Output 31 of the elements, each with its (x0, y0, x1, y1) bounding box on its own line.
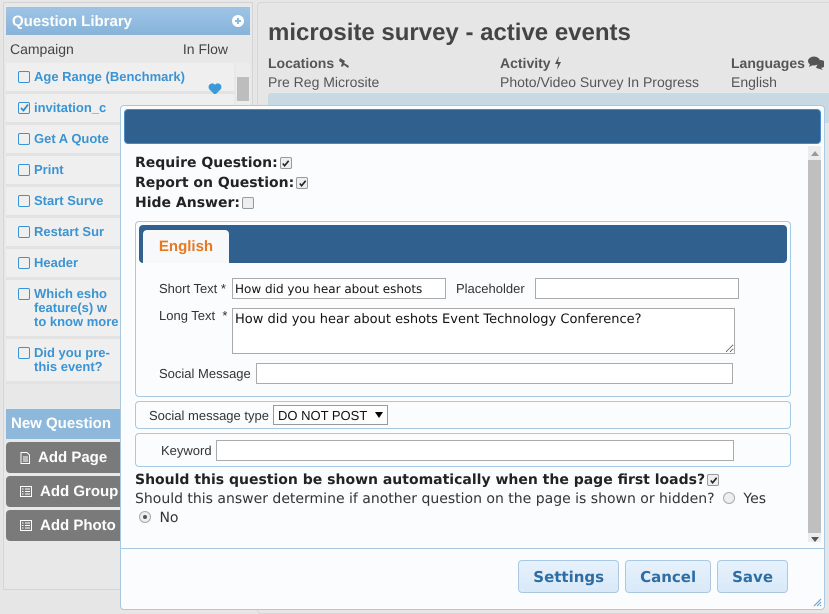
question-label: Header (34, 256, 78, 270)
option-label: Require Question: (135, 155, 278, 171)
info-label: Locations (268, 55, 334, 71)
radio-label: Yes (743, 491, 766, 507)
option-label: Hide Answer: (135, 195, 240, 211)
field-label: Long Text * (159, 308, 228, 323)
info-label: Activity (500, 55, 551, 71)
field-label: Placeholder (456, 281, 525, 296)
question-label: Did you pre- this event? (34, 346, 110, 374)
info-value: English (731, 74, 778, 90)
column-header: Campaign (10, 41, 74, 57)
question-label: Start Surve (34, 194, 104, 208)
option-label: Report on Question: (135, 175, 294, 191)
question-label: invitation_c (34, 101, 106, 115)
question-text: Should this answer determine if another question on the page is shown or hidden? (135, 491, 715, 507)
field-label: Short Text * (159, 281, 227, 296)
question-label: Restart Sur (34, 225, 104, 239)
info-label: Languages (731, 55, 805, 71)
panel-title: Question Library (12, 12, 132, 30)
field-label: Keyword (161, 442, 212, 458)
info-value: Pre Reg Microsite (268, 74, 380, 90)
question-label: Get A Quote (34, 132, 109, 146)
question-label: Age Range (Benchmark) (34, 70, 185, 84)
field-label: Social Message (159, 366, 251, 381)
column-header: In Flow (182, 41, 228, 57)
info-value: Photo/Video Survey In Progress (500, 74, 700, 90)
option-label: Should this question be shown automatically when the page first loads? (135, 472, 706, 488)
radio-label: No (159, 510, 178, 526)
question-label: Which esho feature(s) w to know more (34, 287, 119, 329)
page-title: microsite survey - active events (268, 19, 632, 47)
question-label: Print (34, 163, 64, 177)
